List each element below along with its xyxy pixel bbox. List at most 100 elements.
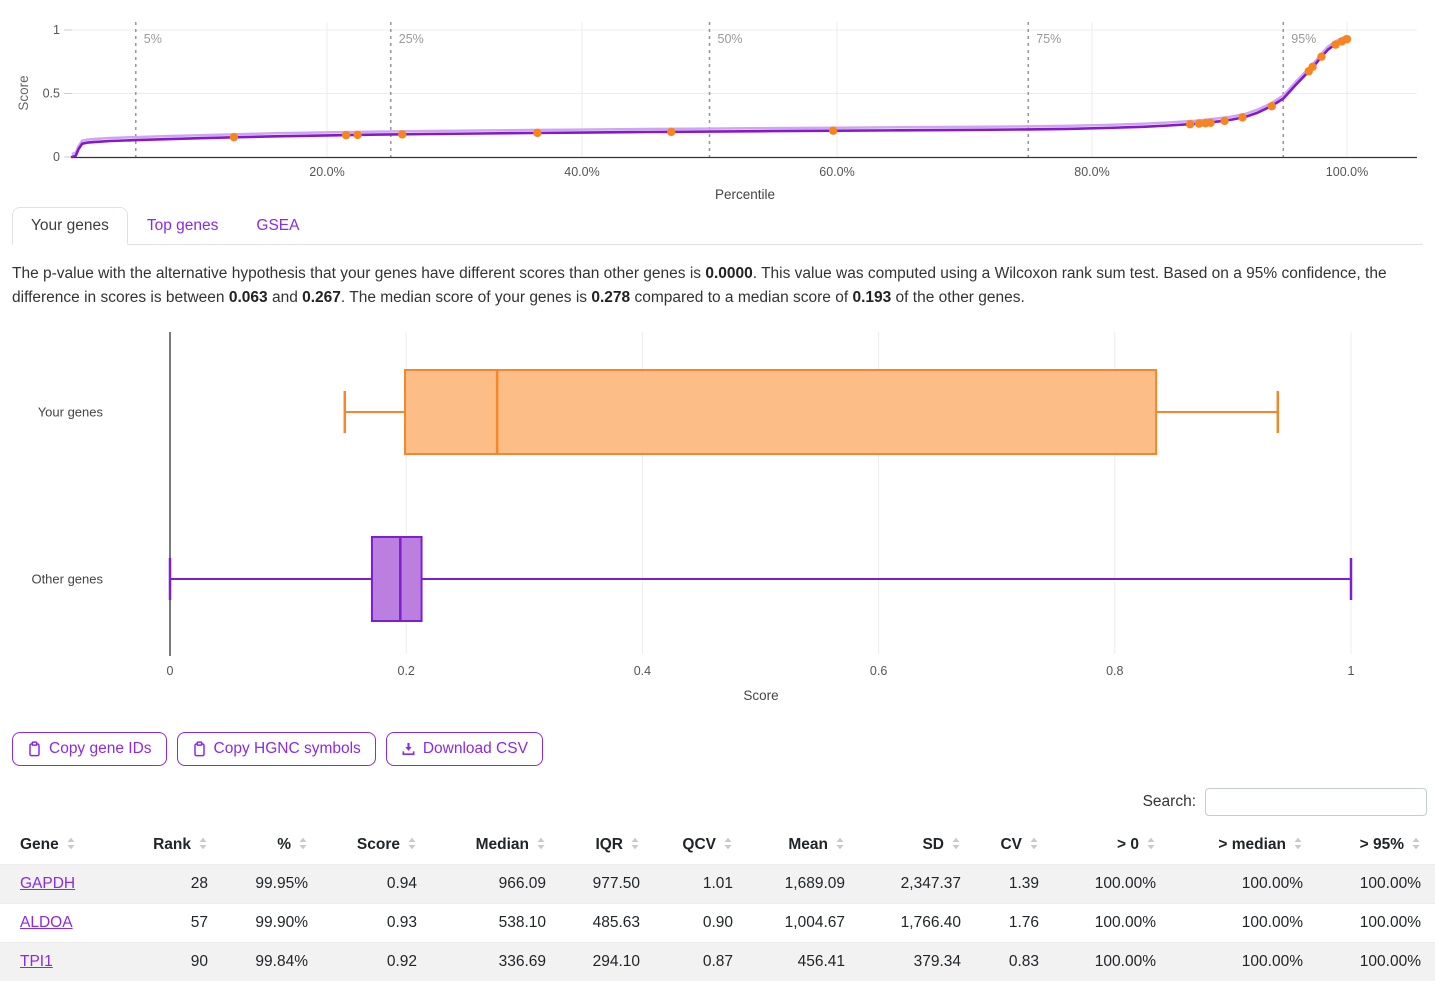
sort-icon[interactable] bbox=[298, 837, 308, 850]
sort-icon[interactable] bbox=[1411, 837, 1421, 850]
sort-icon[interactable] bbox=[630, 837, 640, 850]
search-label: Search: bbox=[1143, 793, 1196, 811]
cell-sd: 2,347.37 bbox=[859, 865, 975, 904]
your-gene-dot bbox=[353, 131, 361, 139]
column-header-qcv[interactable]: QCV bbox=[654, 826, 747, 865]
column-header-gtmedian[interactable]: > median bbox=[1170, 826, 1317, 865]
your-gene-dot bbox=[1268, 102, 1276, 110]
cell-iqr: 485.63 bbox=[560, 904, 654, 943]
summary-text: of the other genes. bbox=[891, 289, 1025, 306]
summary-text: The p-value with the alternative hypothe… bbox=[12, 265, 705, 282]
svg-text:20.0%: 20.0% bbox=[309, 165, 344, 179]
clipboard-icon bbox=[192, 741, 207, 757]
column-label: Rank bbox=[153, 836, 191, 853]
sort-icon[interactable] bbox=[1293, 837, 1303, 850]
svg-text:50%: 50% bbox=[718, 32, 743, 46]
gene-results-table: Gene Rank% Score Median IQR QCV Mean SD CV> 0 > m… bbox=[0, 826, 1435, 981]
your-gene-dot bbox=[1308, 63, 1316, 71]
cell-gtmedian: 100.00% bbox=[1170, 865, 1317, 904]
sort-icon[interactable] bbox=[1029, 837, 1039, 850]
column-header-gt95[interactable]: > 95% bbox=[1317, 826, 1435, 865]
copy-hgnc-symbols-button[interactable]: Copy HGNC symbols bbox=[177, 732, 376, 766]
search-input[interactable] bbox=[1205, 788, 1427, 816]
your-gene-dot bbox=[1206, 119, 1214, 127]
your-gene-dot bbox=[1343, 35, 1351, 43]
box-other-genes bbox=[372, 537, 422, 621]
cell-rank: 57 bbox=[130, 904, 222, 943]
svg-text:40.0%: 40.0% bbox=[564, 165, 599, 179]
table-row: ALDOA5799.90%0.93538.10485.630.901,004.6… bbox=[0, 904, 1435, 943]
sort-icon[interactable] bbox=[198, 837, 208, 850]
cell-mean: 456.41 bbox=[747, 943, 859, 982]
gene-link[interactable]: TPI1 bbox=[20, 953, 53, 970]
cell-mean: 1,004.67 bbox=[747, 904, 859, 943]
gene-link[interactable]: ALDOA bbox=[20, 914, 73, 931]
table-row: TPI19099.84%0.92336.69294.100.87456.4137… bbox=[0, 943, 1435, 982]
button-label: Copy HGNC symbols bbox=[214, 740, 361, 758]
tab-gsea[interactable]: GSEA bbox=[237, 207, 318, 245]
cell-gt0: 100.00% bbox=[1053, 943, 1170, 982]
summary-value: 0.278 bbox=[591, 289, 630, 306]
sort-icon[interactable] bbox=[1146, 837, 1156, 850]
toolbar: Copy gene IDs Copy HGNC symbols Download… bbox=[12, 732, 1435, 766]
column-label: > median bbox=[1218, 836, 1286, 853]
cell-gene: ALDOA bbox=[0, 904, 130, 943]
cell-pct: 99.95% bbox=[222, 865, 322, 904]
score-boxplot-chart: Your genesOther genes00.20.40.60.81Score bbox=[0, 324, 1435, 706]
summary-value: 0.267 bbox=[302, 289, 341, 306]
svg-text:1: 1 bbox=[1348, 664, 1355, 678]
clipboard-icon bbox=[27, 741, 42, 757]
cell-qcv: 1.01 bbox=[654, 865, 747, 904]
cell-qcv: 0.87 bbox=[654, 943, 747, 982]
sort-icon[interactable] bbox=[66, 837, 76, 850]
sort-icon[interactable] bbox=[723, 837, 733, 850]
download-csv-button[interactable]: Download CSV bbox=[386, 732, 543, 766]
column-label: IQR bbox=[595, 836, 623, 853]
cell-score: 0.93 bbox=[322, 904, 431, 943]
cell-sd: 1,766.40 bbox=[859, 904, 975, 943]
table-header-row: Gene Rank% Score Median IQR QCV Mean SD CV> 0 > m… bbox=[0, 826, 1435, 865]
column-header-median[interactable]: Median bbox=[431, 826, 560, 865]
sort-icon[interactable] bbox=[951, 837, 961, 850]
cell-gene: GAPDH bbox=[0, 865, 130, 904]
sort-icon[interactable] bbox=[407, 837, 417, 850]
cell-gt95: 100.00% bbox=[1317, 943, 1435, 982]
column-label: % bbox=[277, 836, 291, 853]
column-label: Score bbox=[357, 836, 400, 853]
copy-gene-ids-button[interactable]: Copy gene IDs bbox=[12, 732, 167, 766]
search-row: Search: bbox=[0, 788, 1427, 816]
column-label: QCV bbox=[682, 836, 716, 853]
column-header-gene[interactable]: Gene bbox=[0, 826, 130, 865]
column-label: SD bbox=[922, 836, 944, 853]
cell-iqr: 294.10 bbox=[560, 943, 654, 982]
sort-icon[interactable] bbox=[536, 837, 546, 850]
tab-top-genes[interactable]: Top genes bbox=[128, 207, 238, 245]
column-header-sd[interactable]: SD bbox=[859, 826, 975, 865]
cell-gt0: 100.00% bbox=[1053, 904, 1170, 943]
your-gene-dot bbox=[342, 131, 350, 139]
column-header-rank[interactable]: Rank bbox=[130, 826, 222, 865]
column-header-iqr[interactable]: IQR bbox=[560, 826, 654, 865]
column-label: > 95% bbox=[1360, 836, 1404, 853]
summary-value: 0.0000 bbox=[705, 265, 752, 282]
svg-text:80.0%: 80.0% bbox=[1074, 165, 1109, 179]
svg-text:1: 1 bbox=[53, 23, 60, 37]
tab-your-genes[interactable]: Your genes bbox=[12, 207, 128, 245]
column-header-mean[interactable]: Mean bbox=[747, 826, 859, 865]
cell-cv: 0.83 bbox=[975, 943, 1053, 982]
svg-text:60.0%: 60.0% bbox=[819, 165, 854, 179]
gene-link[interactable]: GAPDH bbox=[20, 875, 75, 892]
column-header-cv[interactable]: CV bbox=[975, 826, 1053, 865]
cell-score: 0.94 bbox=[322, 865, 431, 904]
cell-gt95: 100.00% bbox=[1317, 904, 1435, 943]
statistics-summary: The p-value with the alternative hypothe… bbox=[12, 262, 1423, 310]
column-header-gt0[interactable]: > 0 bbox=[1053, 826, 1170, 865]
sort-icon[interactable] bbox=[835, 837, 845, 850]
column-header-score[interactable]: Score bbox=[322, 826, 431, 865]
column-header-pct[interactable]: % bbox=[222, 826, 322, 865]
svg-text:5%: 5% bbox=[144, 32, 162, 46]
cell-gtmedian: 100.00% bbox=[1170, 943, 1317, 982]
summary-text: . The median score of your genes is bbox=[341, 289, 591, 306]
cell-score: 0.92 bbox=[322, 943, 431, 982]
summary-text: compared to a median score of bbox=[630, 289, 852, 306]
